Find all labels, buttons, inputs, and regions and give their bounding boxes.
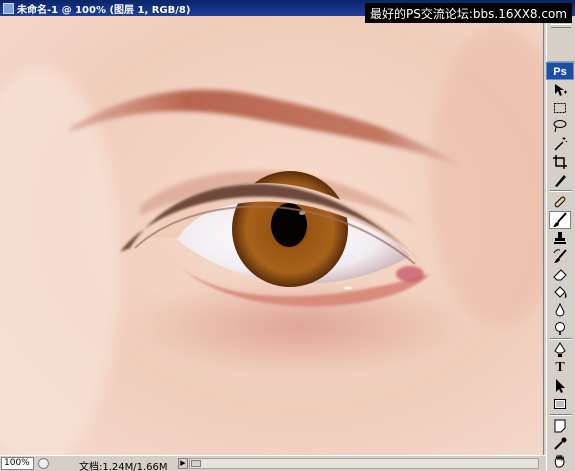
arrow-icon[interactable] xyxy=(549,377,571,395)
status-info-icon[interactable] xyxy=(38,458,49,469)
type-icon[interactable]: T xyxy=(549,359,571,377)
horizontal-scrollbar[interactable] xyxy=(189,458,539,469)
forum-watermark: 最好的PS交流论坛:bbs.16XX8.com xyxy=(365,3,572,23)
lasso-icon[interactable] xyxy=(549,117,571,135)
document-icon xyxy=(3,2,14,14)
slice-icon[interactable] xyxy=(549,171,571,189)
zoom-level-field[interactable]: 100% xyxy=(1,457,34,470)
pen-icon[interactable] xyxy=(549,341,571,359)
eyedropper-icon[interactable] xyxy=(549,435,571,453)
horizontal-scroll-thumb[interactable] xyxy=(191,460,201,467)
tool-separator xyxy=(550,190,572,192)
painted-eye-artwork xyxy=(0,16,543,455)
under-eye-shadow xyxy=(130,276,470,376)
notes-icon[interactable] xyxy=(549,417,571,435)
rectangle-icon[interactable] xyxy=(549,395,571,413)
move-tool-icon[interactable] xyxy=(549,81,571,99)
hand-icon[interactable] xyxy=(549,453,571,469)
dodge-icon[interactable] xyxy=(549,319,571,337)
crop-icon[interactable] xyxy=(549,153,571,171)
marquee-icon[interactable] xyxy=(549,99,571,117)
status-menu-arrow-icon[interactable]: ▶ xyxy=(178,458,188,469)
photoshop-window: 未命名-1 @ 100% (图层 1, RGB/8) 最好的PS交流论坛:bbs… xyxy=(0,0,575,471)
bucket-icon[interactable] xyxy=(549,283,571,301)
tool-separator xyxy=(550,338,572,340)
tear-duct xyxy=(396,266,424,282)
bandage-icon[interactable] xyxy=(549,193,571,211)
document-size: 文档:1.24M/1.66M xyxy=(79,462,168,471)
blur-icon[interactable] xyxy=(549,301,571,319)
document-title: 未命名-1 @ 100% (图层 1, RGB/8) xyxy=(17,4,191,16)
brush-icon[interactable] xyxy=(549,211,571,229)
type-tool-glyph: T xyxy=(555,360,565,375)
stamp-icon[interactable] xyxy=(549,229,571,247)
history-brush-icon[interactable] xyxy=(549,247,571,265)
status-bar: 100% 文档:1.24M/1.66M ▶ xyxy=(0,455,546,471)
canvas[interactable] xyxy=(0,16,543,455)
eraser-icon[interactable] xyxy=(549,265,571,283)
photoshop-logo[interactable]: Ps xyxy=(546,62,574,80)
magic-wand-icon[interactable] xyxy=(549,135,571,153)
tool-separator xyxy=(550,414,572,416)
